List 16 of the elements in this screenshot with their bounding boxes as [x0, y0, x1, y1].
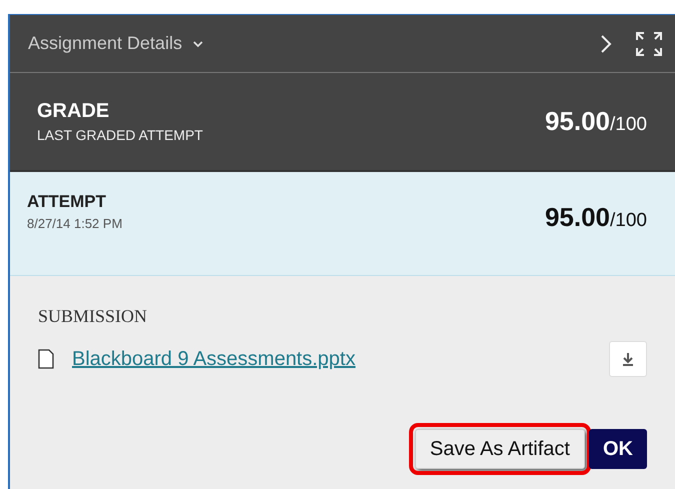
attempt-score: 95.00/100	[544, 202, 647, 233]
download-icon	[621, 352, 635, 366]
attempt-date: 8/27/14 1:52 PM	[27, 216, 124, 231]
expand-icon[interactable]	[635, 30, 663, 56]
grade-score: 95.00/100	[544, 106, 647, 137]
attempt-label: ATTEMPT	[27, 192, 108, 212]
chevron-down-icon	[192, 40, 204, 48]
grade-sublabel: LAST GRADED ATTEMPT	[37, 127, 204, 143]
title-dropdown[interactable]: Assignment Details	[28, 33, 204, 54]
download-button[interactable]	[609, 341, 647, 377]
chevron-right-icon[interactable]	[599, 32, 613, 54]
document-icon	[38, 349, 54, 369]
ok-button[interactable]: OK	[589, 429, 647, 469]
file-link[interactable]: Blackboard 9 Assessments.pptx	[72, 348, 356, 370]
submission-heading: SUBMISSION	[38, 306, 148, 327]
grade-label: GRADE	[37, 100, 110, 123]
